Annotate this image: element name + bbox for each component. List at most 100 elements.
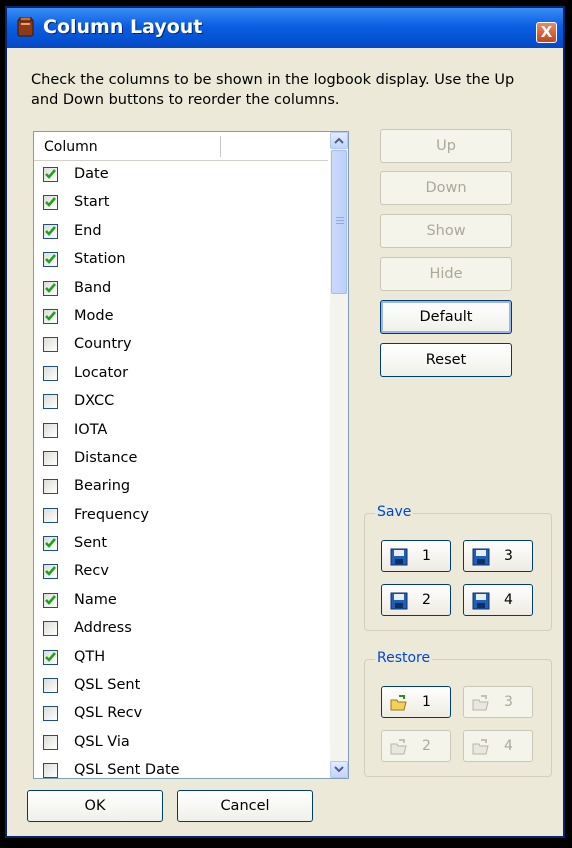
list-item[interactable]: End	[34, 219, 328, 247]
save-slot-1-button[interactable]: 1	[381, 540, 451, 572]
logbook-icon	[17, 17, 34, 37]
column-label: Frequency	[74, 506, 149, 523]
restore-slot-2-button[interactable]: 2	[381, 730, 451, 762]
column-checkbox[interactable]	[43, 621, 58, 637]
restore-slot-4-button[interactable]: 4	[463, 730, 533, 762]
down-button[interactable]: Down	[380, 171, 512, 205]
show-button[interactable]: Show	[380, 214, 512, 248]
list-item[interactable]: Recv	[34, 559, 328, 587]
close-button[interactable]: X	[536, 22, 557, 43]
column-list[interactable]: Column Date Start End Station Band Mode Countr…	[33, 131, 349, 779]
list-item[interactable]: Distance	[34, 446, 328, 474]
vertical-scrollbar[interactable]	[330, 132, 348, 778]
column-checkbox[interactable]	[43, 592, 58, 608]
list-item[interactable]: Start	[34, 190, 328, 218]
column-label: DXCC	[74, 393, 115, 410]
hide-button[interactable]: Hide	[380, 257, 512, 291]
column-header: Column	[44, 139, 98, 155]
scroll-thumb[interactable]	[331, 150, 347, 294]
hide-button-label: Hide	[429, 266, 463, 282]
column-label: Station	[74, 251, 126, 268]
list-item[interactable]: Date	[34, 162, 328, 190]
column-checkbox[interactable]	[43, 252, 58, 268]
list-item[interactable]: IOTA	[34, 418, 328, 446]
ok-button[interactable]: OK	[27, 790, 163, 822]
column-label: QSL Recv	[74, 705, 143, 722]
list-item[interactable]: QSL Recv	[34, 701, 328, 729]
open-folder-icon	[472, 739, 489, 755]
ok-button-label: OK	[84, 798, 106, 814]
column-checkbox[interactable]	[43, 678, 58, 694]
window-title: Column Layout	[43, 16, 203, 38]
down-button-label: Down	[425, 180, 467, 196]
open-folder-icon	[390, 695, 407, 711]
save-slot-3-button[interactable]: 3	[463, 540, 533, 572]
reset-button-label: Reset	[425, 352, 467, 368]
list-item[interactable]: Mode	[34, 304, 328, 332]
column-checkbox[interactable]	[43, 507, 58, 523]
column-checkbox[interactable]	[43, 337, 58, 353]
column-checkbox[interactable]	[43, 365, 58, 381]
save-group: Save 1 3 2 4	[364, 504, 552, 631]
column-checkbox[interactable]	[43, 280, 58, 296]
save-slot-2-button[interactable]: 2	[381, 584, 451, 616]
check-icon	[45, 282, 56, 293]
column-layout-dialog: Column Layout X Check the columns to be …	[5, 6, 565, 838]
column-label: Country	[74, 336, 132, 353]
list-item[interactable]: DXCC	[34, 389, 328, 417]
check-icon	[45, 311, 56, 321]
restore-slot-label: 4	[504, 738, 513, 754]
column-checkbox[interactable]	[43, 706, 58, 722]
column-checkbox[interactable]	[43, 195, 58, 211]
list-item[interactable]: Station	[34, 247, 328, 275]
cancel-button[interactable]: Cancel	[177, 790, 313, 822]
reset-button[interactable]: Reset	[380, 343, 512, 377]
open-folder-icon	[472, 695, 489, 711]
column-checkbox[interactable]	[43, 422, 58, 438]
list-item[interactable]: Locator	[34, 361, 328, 389]
check-icon	[45, 538, 56, 548]
restore-slot-1-button[interactable]: 1	[381, 686, 451, 718]
column-checkbox[interactable]	[43, 394, 58, 410]
title-bar[interactable]: Column Layout X	[7, 8, 563, 48]
column-checkbox[interactable]	[43, 763, 58, 778]
column-checkbox[interactable]	[43, 564, 58, 580]
list-item[interactable]: Band	[34, 276, 328, 304]
list-item[interactable]: Sent	[34, 531, 328, 559]
column-checkbox[interactable]	[43, 167, 58, 182]
save-slot-label: 1	[422, 548, 431, 564]
column-label: Bearing	[74, 478, 131, 495]
save-slot-4-button[interactable]: 4	[463, 584, 533, 616]
column-checkbox[interactable]	[43, 223, 58, 239]
list-item[interactable]: Bearing	[34, 474, 328, 502]
column-checkbox[interactable]	[43, 536, 58, 552]
column-checkbox[interactable]	[43, 649, 58, 665]
up-button[interactable]: Up	[380, 129, 512, 163]
list-item[interactable]: Name	[34, 588, 328, 616]
list-item[interactable]: QSL Via	[34, 730, 328, 758]
save-slot-label: 3	[504, 548, 513, 564]
column-checkbox[interactable]	[43, 734, 58, 750]
default-button[interactable]: Default	[380, 300, 512, 334]
list-item[interactable]: Country	[34, 332, 328, 360]
list-item[interactable]: Frequency	[34, 503, 328, 531]
column-label: Distance	[74, 449, 138, 466]
column-checkbox[interactable]	[43, 479, 58, 495]
column-label: Name	[74, 591, 117, 608]
restore-group: Restore 1 3 2 4	[364, 650, 552, 777]
restore-slot-label: 2	[422, 738, 431, 754]
scroll-up-button[interactable]	[330, 132, 348, 149]
list-item[interactable]: QTH	[34, 645, 328, 673]
list-item[interactable]: QSL Sent Date	[34, 758, 328, 778]
restore-slot-label: 3	[504, 694, 513, 710]
check-icon	[45, 595, 56, 605]
restore-slot-3-button[interactable]: 3	[463, 686, 533, 718]
scroll-down-button[interactable]	[330, 761, 348, 778]
column-checkbox[interactable]	[43, 308, 58, 324]
column-checkbox[interactable]	[43, 450, 58, 466]
list-item[interactable]: QSL Sent	[34, 673, 328, 701]
list-item[interactable]: Address	[34, 616, 328, 644]
save-group-label: Save	[375, 504, 414, 520]
list-header[interactable]: Column	[34, 132, 328, 161]
grip-line	[336, 217, 344, 218]
